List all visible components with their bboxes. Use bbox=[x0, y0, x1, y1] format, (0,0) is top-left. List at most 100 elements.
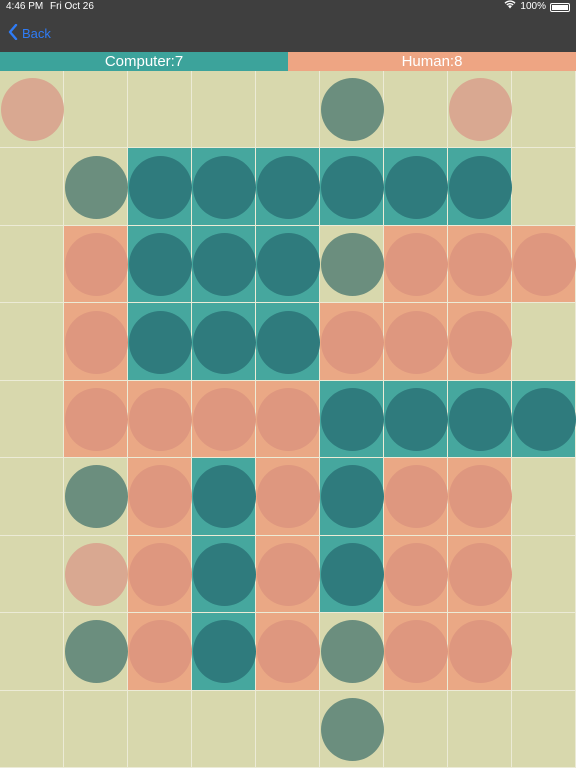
board-cell[interactable] bbox=[448, 458, 512, 536]
board-cell[interactable] bbox=[512, 71, 576, 149]
board-cell[interactable] bbox=[192, 380, 256, 459]
computer-disc bbox=[384, 155, 448, 219]
board-cell[interactable] bbox=[384, 458, 448, 536]
board-cell[interactable] bbox=[512, 690, 576, 768]
board-cell[interactable] bbox=[64, 225, 128, 304]
board-cell[interactable] bbox=[192, 535, 256, 614]
computer-disc bbox=[64, 620, 128, 684]
board-cell[interactable] bbox=[512, 380, 576, 459]
board-cell[interactable] bbox=[128, 535, 192, 614]
board-cell[interactable] bbox=[256, 535, 320, 614]
board-cell[interactable] bbox=[256, 225, 320, 304]
board-cell[interactable] bbox=[384, 71, 448, 149]
board-cell[interactable] bbox=[512, 303, 576, 381]
board-cell[interactable] bbox=[192, 71, 256, 149]
board-cell[interactable] bbox=[0, 535, 64, 614]
board-cell[interactable] bbox=[64, 613, 128, 691]
board-cell[interactable] bbox=[64, 458, 128, 536]
board-cell[interactable] bbox=[128, 148, 192, 226]
board-cell[interactable] bbox=[320, 71, 384, 149]
board-cell[interactable] bbox=[64, 303, 128, 381]
board-cell[interactable] bbox=[64, 148, 128, 226]
computer-disc bbox=[192, 620, 256, 684]
board-cell[interactable] bbox=[384, 613, 448, 691]
computer-disc bbox=[64, 465, 128, 529]
board-cell[interactable] bbox=[256, 303, 320, 381]
board-cell[interactable] bbox=[256, 458, 320, 536]
human-disc bbox=[0, 78, 64, 142]
board-cell[interactable] bbox=[448, 380, 512, 459]
board-cell[interactable] bbox=[512, 148, 576, 226]
board-cell[interactable] bbox=[256, 690, 320, 768]
human-disc bbox=[64, 387, 128, 451]
status-date: Fri Oct 26 bbox=[50, 1, 94, 12]
board-cell[interactable] bbox=[384, 380, 448, 459]
board-cell[interactable] bbox=[192, 225, 256, 304]
board-cell[interactable] bbox=[384, 690, 448, 768]
board-cell[interactable] bbox=[448, 303, 512, 381]
human-disc bbox=[256, 542, 320, 606]
board-cell[interactable] bbox=[192, 303, 256, 381]
board-cell[interactable] bbox=[512, 458, 576, 536]
board-cell[interactable] bbox=[0, 613, 64, 691]
board-cell[interactable] bbox=[192, 148, 256, 226]
board-cell[interactable] bbox=[320, 380, 384, 459]
board-cell[interactable] bbox=[0, 71, 64, 149]
board-cell[interactable] bbox=[0, 458, 64, 536]
board-cell[interactable] bbox=[0, 148, 64, 226]
board-cell[interactable] bbox=[0, 380, 64, 459]
board-cell[interactable] bbox=[256, 71, 320, 149]
chevron-left-icon bbox=[8, 23, 22, 43]
status-bar: 4:46 PM Fri Oct 26 100% bbox=[0, 0, 576, 14]
board-cell[interactable] bbox=[256, 613, 320, 691]
board-cell[interactable] bbox=[0, 225, 64, 304]
board-cell[interactable] bbox=[256, 380, 320, 459]
navigation-bar: Back bbox=[0, 14, 576, 52]
board-cell[interactable] bbox=[448, 535, 512, 614]
board-cell[interactable] bbox=[320, 613, 384, 691]
board-cell[interactable] bbox=[448, 148, 512, 226]
computer-disc bbox=[64, 155, 128, 219]
board-cell[interactable] bbox=[192, 690, 256, 768]
board-cell[interactable] bbox=[384, 148, 448, 226]
board-cell[interactable] bbox=[512, 535, 576, 614]
board-cell[interactable] bbox=[128, 225, 192, 304]
board-cell[interactable] bbox=[128, 690, 192, 768]
board-cell[interactable] bbox=[512, 613, 576, 691]
board-cell[interactable] bbox=[128, 380, 192, 459]
board-cell[interactable] bbox=[64, 380, 128, 459]
computer-disc bbox=[320, 697, 384, 761]
board-cell[interactable] bbox=[320, 690, 384, 768]
board-cell[interactable] bbox=[384, 535, 448, 614]
computer-disc bbox=[256, 155, 320, 219]
board-cell[interactable] bbox=[384, 225, 448, 304]
board-cell[interactable] bbox=[384, 303, 448, 381]
board-cell[interactable] bbox=[320, 458, 384, 536]
back-label: Back bbox=[22, 26, 51, 41]
board-cell[interactable] bbox=[448, 690, 512, 768]
board-cell[interactable] bbox=[64, 71, 128, 149]
back-button[interactable]: Back bbox=[8, 23, 51, 43]
board-cell[interactable] bbox=[192, 613, 256, 691]
board-cell[interactable] bbox=[448, 613, 512, 691]
human-disc bbox=[128, 465, 192, 529]
computer-disc bbox=[448, 387, 512, 451]
board-cell[interactable] bbox=[320, 148, 384, 226]
board-cell[interactable] bbox=[128, 303, 192, 381]
board-cell[interactable] bbox=[128, 613, 192, 691]
board-cell[interactable] bbox=[448, 225, 512, 304]
board-cell[interactable] bbox=[512, 225, 576, 304]
board-cell[interactable] bbox=[320, 535, 384, 614]
board-cell[interactable] bbox=[192, 458, 256, 536]
board-cell[interactable] bbox=[320, 225, 384, 304]
board-cell[interactable] bbox=[128, 71, 192, 149]
board-cell[interactable] bbox=[320, 303, 384, 381]
board-cell[interactable] bbox=[128, 458, 192, 536]
board-cell[interactable] bbox=[256, 148, 320, 226]
board-cell[interactable] bbox=[0, 303, 64, 381]
board-cell[interactable] bbox=[448, 71, 512, 149]
board-cell[interactable] bbox=[64, 690, 128, 768]
board-cell[interactable] bbox=[64, 535, 128, 614]
computer-disc bbox=[192, 233, 256, 297]
board-cell[interactable] bbox=[0, 690, 64, 768]
